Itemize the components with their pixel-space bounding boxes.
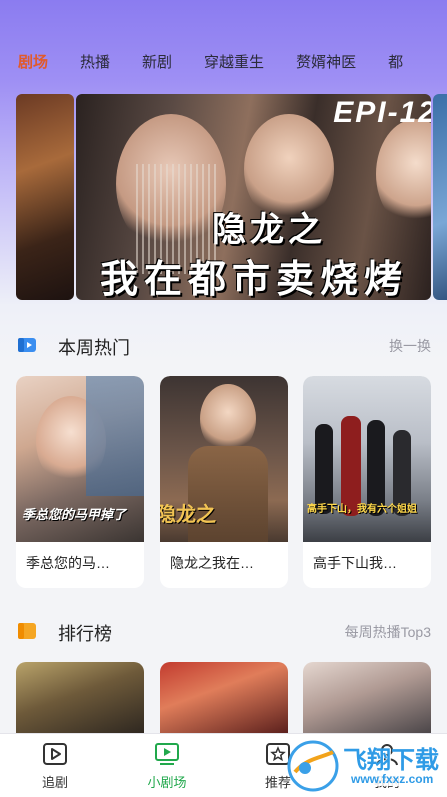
- banner-slide-current[interactable]: EPI-12 隐龙之 我在都市卖烧烤: [76, 94, 431, 300]
- banner-slide-next[interactable]: [433, 94, 447, 300]
- drama-poster: 隐龙之: [160, 376, 288, 542]
- category-tabs: 剧场 热播 新剧 穿越重生 赘婿神医 都: [0, 44, 447, 78]
- tv-play-icon: [155, 743, 179, 765]
- nav-item-theater[interactable]: 小剧场: [132, 742, 202, 791]
- play-square-icon: [43, 743, 67, 765]
- banner-title-line2: 我在都市卖烧烤: [100, 259, 409, 300]
- banner-figure: [376, 119, 431, 229]
- ranking-subtitle-link[interactable]: 每周热播Top3: [345, 622, 431, 642]
- drama-title: 隐龙之我在…: [170, 555, 254, 571]
- banner-episode-text: EPI-12: [333, 96, 431, 129]
- nav-label: 小剧场: [147, 775, 187, 790]
- drama-poster: 季总您的马甲掉了: [16, 376, 144, 542]
- tab-time-travel[interactable]: 穿越重生: [204, 51, 264, 72]
- ranking-icon: [18, 623, 36, 639]
- drama-title: 高手下山我…: [313, 555, 397, 571]
- tab-city[interactable]: 都: [388, 51, 403, 72]
- ranking-card[interactable]: [303, 662, 431, 734]
- nav-item-follow[interactable]: 追剧: [20, 742, 90, 791]
- video-icon: [18, 338, 36, 352]
- nav-label: 追剧: [41, 775, 68, 790]
- drama-card[interactable]: 隐龙之 隐龙之我在…: [160, 376, 288, 588]
- ranking-card[interactable]: [160, 662, 288, 734]
- tab-theater[interactable]: 剧场: [18, 51, 48, 72]
- watermark-brand: 飞翔下载: [343, 747, 439, 774]
- banner-title-line1: 隐龙之: [212, 211, 326, 249]
- drama-card[interactable]: 季总您的马甲掉了 季总您的马…: [16, 376, 144, 588]
- drama-poster: 高手下山，我有六个姐姐: [303, 376, 431, 542]
- ranking-card[interactable]: [16, 662, 144, 734]
- banner-carousel[interactable]: EPI-12 隐龙之 我在都市卖烧烤: [0, 90, 447, 305]
- ranking-header: 排行榜 每周热播Top3: [0, 616, 447, 646]
- watermark-logo: 飞翔下载 www.fxxz.com: [285, 738, 447, 794]
- banner-slide-previous[interactable]: [16, 94, 74, 300]
- tab-son-in-law[interactable]: 赘婿神医: [296, 51, 356, 72]
- refresh-button[interactable]: 换一换: [389, 336, 431, 356]
- drama-card[interactable]: 高手下山，我有六个姐姐 高手下山我…: [303, 376, 431, 588]
- poster-title: 高手下山，我有六个姐姐: [307, 504, 417, 515]
- weekly-hot-header: 本周热门 换一换: [0, 330, 447, 360]
- watermark-globe-icon: [287, 740, 339, 792]
- poster-title: 隐龙之: [160, 504, 216, 526]
- tab-new[interactable]: 新剧: [142, 51, 172, 72]
- tab-hot[interactable]: 热播: [80, 51, 110, 72]
- section-title: 本周热门: [58, 338, 130, 358]
- watermark-url: www.fxxz.com: [347, 772, 438, 786]
- section-title: 排行榜: [58, 624, 112, 644]
- drama-title: 季总您的马…: [26, 555, 110, 571]
- poster-title: 季总您的马甲掉了: [22, 507, 127, 522]
